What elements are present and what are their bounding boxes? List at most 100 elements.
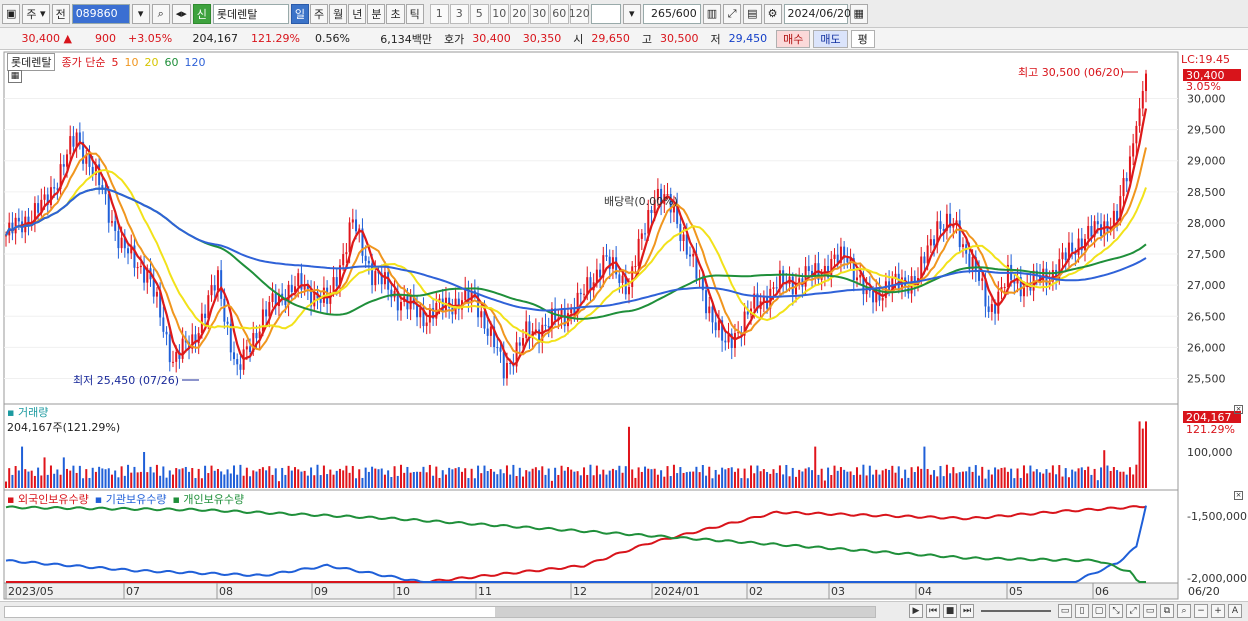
period-tab-2[interactable]: 월	[329, 3, 348, 24]
volume-bar	[878, 474, 881, 488]
save-icon[interactable]: ▤	[743, 3, 762, 24]
period-tab-5[interactable]: 초	[386, 3, 405, 24]
candle-body	[342, 254, 345, 266]
volume-bar	[377, 469, 380, 488]
volume-bar	[310, 467, 313, 488]
scrollbar-thumb[interactable]	[495, 607, 875, 617]
eval-button[interactable]: 평	[850, 29, 875, 48]
volume-bar	[1067, 477, 1070, 488]
volume-bar	[255, 471, 258, 488]
volume-bar	[461, 471, 463, 488]
screen-icon[interactable]: ▭	[1143, 604, 1157, 618]
zoom-search-icon[interactable]: ⌕	[1177, 604, 1191, 618]
trend-tool-icon[interactable]: ⤡	[1109, 604, 1123, 618]
volume-bar	[560, 465, 563, 488]
candle-body	[1042, 268, 1045, 282]
prev-button[interactable]: 전	[51, 3, 70, 24]
volume-bar	[653, 468, 656, 488]
volume-bar	[1083, 470, 1086, 488]
period-tab-4[interactable]: 분	[367, 3, 386, 24]
count-input[interactable]: 265/600	[642, 3, 701, 24]
stock-chart[interactable]: 30,000 29,500 29,000 28,500 28,000 27,500 27,0…	[0, 50, 1248, 601]
fib-tool-icon[interactable]: ⤢	[1126, 604, 1140, 618]
calculator-icon[interactable]: ▦	[8, 70, 22, 83]
interval-dropdown-icon[interactable]: ▾	[622, 3, 641, 24]
x-axis-label: 12	[573, 585, 587, 598]
volume-bar	[110, 474, 113, 488]
volume-bar	[91, 467, 94, 488]
holdings-legend-1: ▪ 기관보유수량	[94, 493, 167, 506]
volume-bar	[1119, 471, 1122, 488]
interval-tab-3[interactable]: 10	[489, 3, 509, 24]
custom-interval-input[interactable]	[590, 3, 621, 24]
interval-tab-1[interactable]: 3	[449, 3, 469, 24]
interval-tab-2[interactable]: 5	[469, 3, 489, 24]
stop-icon[interactable]: ■	[943, 604, 957, 618]
volume-bar	[1077, 468, 1080, 488]
candle-body	[682, 234, 685, 242]
search-icon[interactable]: ⌕	[151, 3, 170, 24]
volume-bar	[647, 468, 650, 488]
candle-type-icon[interactable]: ▥	[702, 3, 722, 24]
candle-body	[78, 132, 81, 142]
volume-bar	[544, 474, 547, 488]
interval-tab-4[interactable]: 20	[509, 3, 529, 24]
volume-bar	[338, 468, 341, 488]
auto-scale-icon[interactable]: A	[1228, 604, 1242, 618]
stock-code-input[interactable]: 089860	[71, 3, 130, 24]
candle-body	[987, 306, 990, 312]
zoom-slider[interactable]	[981, 610, 1051, 612]
period-tab-3[interactable]: 년	[348, 3, 367, 24]
zoom-out-icon[interactable]: −	[1194, 604, 1208, 618]
window-icon[interactable]: ▢	[1092, 604, 1106, 618]
first-icon[interactable]: ⏮	[926, 604, 940, 618]
interval-tab-7[interactable]: 120	[569, 3, 590, 24]
volume-bar	[152, 472, 155, 488]
volume-bar	[136, 472, 139, 488]
volume-bar	[53, 473, 56, 488]
candle-body	[1064, 252, 1067, 261]
candle-body	[14, 217, 17, 234]
volume-bar	[56, 469, 59, 488]
volume-bar	[618, 465, 621, 488]
volume-bar	[27, 471, 30, 488]
volume-bar	[1109, 470, 1112, 488]
interval-tab-0[interactable]: 1	[429, 3, 449, 24]
candle-body	[547, 326, 550, 328]
speaker-icon[interactable]: ◂▸	[171, 3, 191, 24]
scroll-right-icon[interactable]: ▶	[909, 604, 923, 618]
interval-tab-5[interactable]: 30	[529, 3, 549, 24]
date-input[interactable]: 2024/06/20	[783, 3, 851, 24]
period-tab-6[interactable]: 틱	[405, 3, 424, 24]
price-legend: 롯데렌탈 종가 단순 5 10 20 60 120	[7, 53, 205, 71]
volume-bar	[139, 471, 142, 488]
type-select[interactable]: 주 ▾	[22, 3, 50, 24]
calendar-icon[interactable]: ▦	[849, 3, 868, 24]
last-icon[interactable]: ⏭	[960, 604, 974, 618]
zoom-in-icon[interactable]: +	[1211, 604, 1225, 618]
period-tab-1[interactable]: 주	[309, 3, 329, 24]
volume-bar	[692, 471, 695, 488]
split-icon[interactable]: ▯	[1075, 604, 1089, 618]
chart-scrollbar[interactable]	[4, 606, 876, 618]
tile-icon[interactable]: ▭	[1058, 604, 1072, 618]
layout-icon[interactable]: ▣	[2, 3, 21, 24]
interval-tab-6[interactable]: 60	[549, 3, 569, 24]
code-dropdown-icon[interactable]: ▾	[131, 3, 150, 24]
volume-bar	[566, 467, 569, 488]
volume-bar	[258, 468, 261, 488]
drawing-tool-icon[interactable]: ⤢	[723, 3, 742, 24]
holdings-close-icon[interactable]: ×	[1234, 491, 1243, 500]
volume-bar	[82, 478, 85, 488]
volume-close-icon[interactable]: ×	[1234, 405, 1243, 414]
settings-gear-icon[interactable]: ⚙	[763, 3, 782, 24]
volume-bar	[1013, 478, 1016, 488]
volume-bar	[184, 466, 187, 488]
copy-icon[interactable]: ⧉	[1160, 604, 1174, 618]
x-axis-label: 2024/01	[654, 585, 700, 598]
buy-button[interactable]: 매수	[776, 29, 811, 48]
prev-label: 전	[55, 7, 66, 21]
candle-body	[711, 306, 714, 323]
period-tab-0[interactable]: 일	[290, 3, 309, 24]
sell-button[interactable]: 매도	[813, 29, 848, 48]
